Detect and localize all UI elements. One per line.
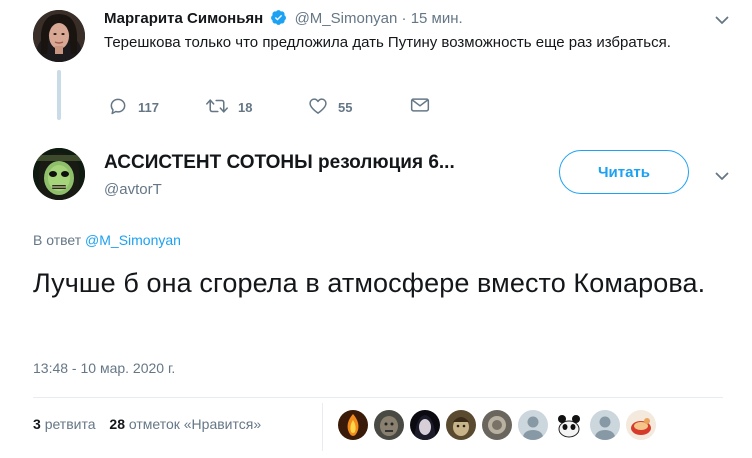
chevron-down-icon[interactable] [714,12,730,33]
thread-line [57,70,61,120]
reply-author-row: АССИСТЕНТ СОТОНЫ резолюция 6... @avtorT … [0,140,752,210]
parent-tweet[interactable]: Маргарита Симоньян @M_Simonyan · 15 мин.… [0,0,752,140]
liker-avatar[interactable] [338,410,368,440]
likes-label: отметок «Нравится» [128,416,262,432]
tweet-text: Лучше б она сгорела в атмосфере вместо К… [33,268,706,298]
heart-icon [308,96,338,119]
likes-count: 28 [109,416,125,432]
avatar[interactable] [33,10,85,62]
reply-icon [108,96,138,119]
liker-avatar[interactable] [554,410,584,440]
tweet-text: Терешкова только что предложила дать Пут… [104,34,671,51]
reply-count: 117 [138,100,159,115]
tweet-header: Маргарита Симоньян @M_Simonyan · 15 мин. [104,9,463,30]
liker-avatar[interactable] [626,410,656,440]
reply-prefix: В ответ [33,232,82,248]
author-handle[interactable]: @M_Simonyan [295,10,398,27]
follow-button[interactable]: Читать [559,150,689,194]
chevron-down-icon[interactable] [714,168,730,189]
retweets-count: 3 [33,416,41,432]
retweet-count: 18 [238,100,253,115]
author-name[interactable]: АССИСТЕНТ СОТОНЫ резолюция 6... [104,152,455,174]
tweet-timestamp[interactable]: 13:48 - 10 мар. 2020 г. [33,360,175,376]
reply-to-link[interactable]: @M_Simonyan [85,232,181,248]
liker-avatar[interactable] [482,410,512,440]
retweet-button[interactable]: 18 [206,96,252,119]
separator-dot: · [401,10,407,27]
dm-button[interactable] [410,96,440,117]
tweet-time[interactable]: 15 мин. [411,10,463,27]
avatar[interactable] [33,148,85,200]
like-count: 55 [338,100,353,115]
liker-avatar[interactable] [518,410,548,440]
verified-badge-icon [270,9,287,30]
retweets-label: ретвита [44,416,96,432]
liker-avatar[interactable] [374,410,404,440]
retweet-icon [206,96,238,119]
liker-avatar[interactable] [590,410,620,440]
divider [33,397,723,398]
author-name[interactable]: Маргарита Симоньян [104,10,263,27]
author-handle[interactable]: @avtorT [104,181,162,198]
likes-stat[interactable]: 28 отметок «Нравится» [109,416,261,432]
reply-button[interactable]: 117 [108,96,159,119]
envelope-icon [410,96,440,117]
liker-avatar[interactable] [410,410,440,440]
retweets-stat[interactable]: 3 ретвита [33,416,96,432]
like-button[interactable]: 55 [308,96,352,119]
liker-avatar[interactable] [446,410,476,440]
tweet-stats: 3 ретвита 28 отметок «Нравится» [33,416,261,432]
reply-context: В ответ @M_Simonyan [33,232,181,248]
divider [322,403,323,451]
